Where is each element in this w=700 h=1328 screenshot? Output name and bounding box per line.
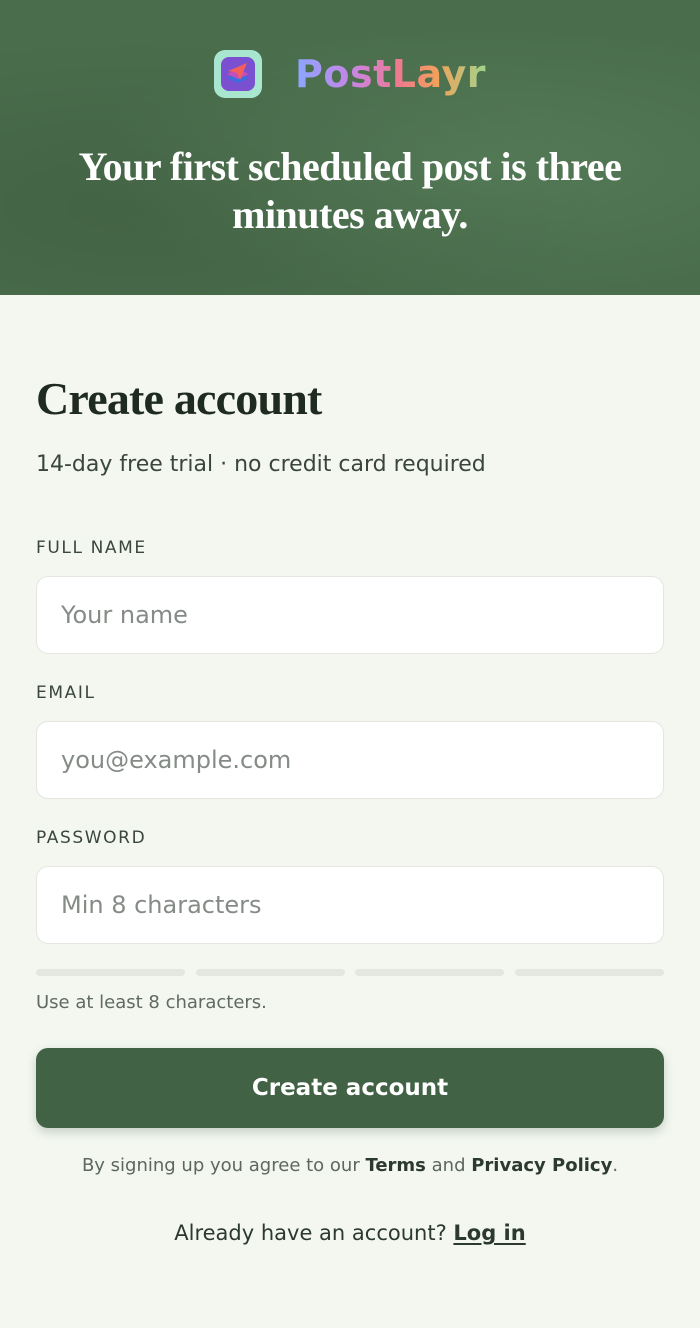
password-label: PASSWORD [36,828,147,848]
strength-segment [36,969,185,976]
log-in-link[interactable]: Log in [453,1221,525,1245]
legal-text: By signing up you agree to our Terms and… [36,1155,664,1176]
password-hint: Use at least 8 characters. [36,992,267,1013]
brand: PostLayr [0,48,700,100]
signup-page: PostLayr Your first scheduled post is th… [0,0,700,1328]
strength-segment [514,969,664,976]
legal-suffix: . [612,1155,619,1176]
password-input[interactable] [36,866,664,944]
page-title: Create account [36,373,322,424]
full-name-input[interactable] [36,576,664,654]
strength-segment [195,969,345,976]
page-subtitle: 14-day free trial · no credit card requi… [36,452,486,477]
privacy-policy-link[interactable]: Privacy Policy [471,1155,612,1176]
hero-header: PostLayr Your first scheduled post is th… [0,0,700,295]
create-account-button[interactable]: Create account [36,1048,664,1128]
email-input[interactable] [36,721,664,799]
full-name-label: FULL NAME [36,538,147,558]
login-prompt-row: Already have an account? Log in [36,1221,664,1245]
hero-headline: Your first scheduled post is three minut… [78,144,622,237]
login-prompt: Already have an account? [174,1221,454,1245]
email-label: EMAIL [36,683,96,703]
layers-paper-plane-icon [214,50,263,98]
password-strength-meter [36,969,664,976]
terms-link[interactable]: Terms [365,1155,425,1176]
legal-middle: and [425,1155,472,1176]
legal-prefix: By signing up you agree to our [81,1155,366,1176]
brand-name: PostLayr [295,48,486,100]
strength-segment [355,969,505,976]
